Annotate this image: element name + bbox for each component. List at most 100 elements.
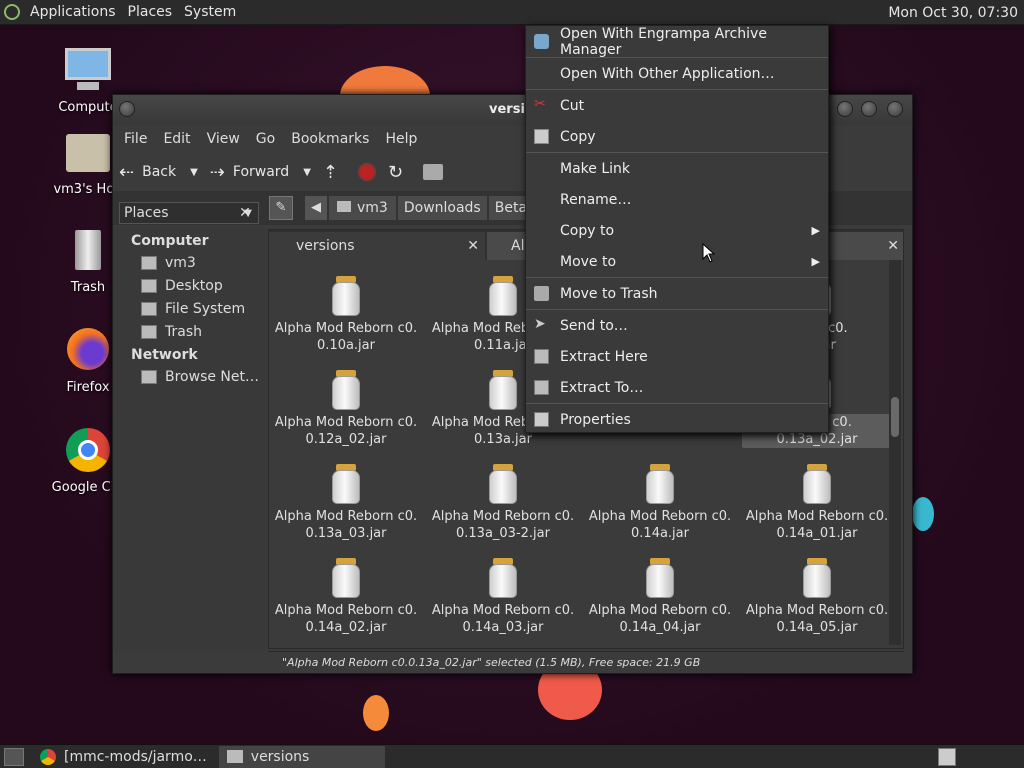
reload-button[interactable]: ↻: [382, 157, 417, 187]
menu-open-with-other[interactable]: Open With Other Application…: [526, 58, 828, 89]
path-button-downloads[interactable]: Downloads: [397, 196, 487, 220]
workspace-switcher[interactable]: [938, 748, 956, 766]
menu-move-to-trash[interactable]: Move to Trash: [526, 278, 828, 309]
extract-icon: [534, 380, 549, 395]
jar-file-icon: [330, 370, 362, 410]
file-name: Alpha Mod Reborn c0. 0.14a_01.jar: [745, 509, 889, 541]
close-tab-icon[interactable]: ✕: [467, 238, 479, 254]
jar-file-icon: [801, 558, 833, 598]
sidebar-item-trash[interactable]: Trash: [113, 320, 265, 343]
context-menu: Open With Engrampa Archive Manager Open …: [525, 25, 829, 433]
close-sidebar-button[interactable]: ✕: [235, 203, 255, 223]
sidebar-header-computer: Computer: [131, 233, 209, 249]
jar-file-icon: [330, 276, 362, 316]
menu-open-with-engrampa[interactable]: Open With Engrampa Archive Manager: [526, 26, 828, 58]
system-menu[interactable]: System: [178, 0, 242, 25]
stop-button[interactable]: [352, 157, 382, 187]
close-tab-icon[interactable]: ✕: [887, 238, 899, 254]
forward-button[interactable]: ⇢ Forward ▼: [204, 157, 317, 187]
menu-rename[interactable]: Rename…: [526, 184, 828, 215]
menu-extract-here[interactable]: Extract Here: [526, 341, 828, 372]
file-item[interactable]: Alpha Mod Reborn c0. 0.14a_04.jar: [585, 558, 735, 636]
extract-icon: [534, 349, 549, 364]
edit-location-toggle[interactable]: ✎: [269, 196, 293, 220]
sidebar-item-file-system[interactable]: File System: [113, 297, 265, 320]
back-history-dropdown[interactable]: ▼: [190, 167, 198, 178]
jar-file-icon: [487, 370, 519, 410]
file-item[interactable]: Alpha Mod Reborn c0. 0.13a_03-2.jar: [428, 464, 578, 542]
file-name: Alpha Mod Reborn c0. 0.14a_05.jar: [745, 603, 889, 635]
vertical-scrollbar[interactable]: [889, 260, 901, 645]
file-item[interactable]: Alpha Mod Reborn c0. 0.14a_01.jar: [742, 464, 892, 542]
clock[interactable]: Mon Oct 30, 07:30: [888, 0, 1018, 25]
submenu-arrow-icon: ▶: [811, 255, 820, 268]
file-item[interactable]: Alpha Mod Reborn c0. 0.14a.jar: [585, 464, 735, 542]
firefox-icon: [63, 326, 113, 376]
home-button[interactable]: [417, 157, 449, 187]
close-button[interactable]: [887, 101, 903, 117]
stop-icon: [358, 163, 376, 181]
computer-icon: [63, 46, 113, 96]
sidebar-item-desktop[interactable]: Desktop: [113, 274, 265, 297]
menu-properties[interactable]: Properties: [526, 404, 828, 435]
file-item[interactable]: Alpha Mod Reborn c0. 0.14a_03.jar: [428, 558, 578, 636]
archive-manager-icon: [534, 34, 549, 49]
menu-extract-to[interactable]: Extract To…: [526, 372, 828, 403]
menu-move-to[interactable]: Move to ▶: [526, 246, 828, 277]
menu-help[interactable]: Help: [377, 131, 425, 147]
applications-menu[interactable]: Applications: [24, 0, 122, 25]
up-button[interactable]: ⇡: [317, 157, 352, 187]
panel-logo-icon[interactable]: [0, 0, 24, 25]
sidebar-item-browse-network[interactable]: Browse Net…: [113, 365, 265, 388]
tab-versions[interactable]: versions ✕: [269, 232, 485, 260]
network-icon: [141, 369, 157, 384]
path-button-vm3[interactable]: vm3: [329, 196, 396, 220]
menu-copy-to[interactable]: Copy to ▶: [526, 215, 828, 246]
menu-view[interactable]: View: [199, 131, 248, 147]
trash-icon: [534, 286, 549, 301]
home-folder-icon: [337, 201, 351, 212]
places-sidebar: Computer vm3 Desktop File System Trash N…: [113, 229, 265, 653]
chrome-icon: [40, 748, 56, 765]
menu-send-to[interactable]: ➤ Send to…: [526, 310, 828, 341]
show-desktop-button[interactable]: [4, 747, 24, 766]
forward-arrow-icon: ⇢: [209, 161, 225, 183]
file-item[interactable]: Alpha Mod Reborn c0. 0.13a_03.jar: [271, 464, 421, 542]
sidebar-item-vm3[interactable]: vm3: [113, 251, 265, 274]
maximize-button[interactable]: [861, 101, 877, 117]
send-icon: ➤: [534, 316, 546, 332]
chrome-icon: [63, 426, 113, 476]
file-name: Alpha Mod Reborn c0. 0.12a_02.jar: [274, 415, 418, 447]
mouse-cursor-icon: [702, 243, 716, 263]
back-button[interactable]: ⇠ Back ▼: [113, 157, 204, 187]
menu-bookmarks[interactable]: Bookmarks: [283, 131, 377, 147]
back-arrow-icon: ⇠: [119, 161, 135, 183]
task-versions[interactable]: versions: [218, 745, 385, 768]
home-icon: [423, 164, 444, 180]
file-item[interactable]: Alpha Mod Reborn c0. 0.14a_02.jar: [271, 558, 421, 636]
menu-edit[interactable]: Edit: [155, 131, 198, 147]
jar-file-icon: [330, 464, 362, 504]
scrollbar-thumb[interactable]: [891, 397, 899, 437]
minimize-button[interactable]: [837, 101, 853, 117]
trash-icon: [141, 324, 157, 339]
menu-make-link[interactable]: Make Link: [526, 153, 828, 184]
file-item[interactable]: Alpha Mod Reborn c0. 0.14a_05.jar: [742, 558, 892, 636]
places-menu[interactable]: Places: [122, 0, 179, 25]
forward-history-dropdown[interactable]: ▼: [303, 167, 311, 178]
jar-file-icon: [644, 558, 676, 598]
file-name: Alpha Mod Reborn c0. 0.14a.jar: [588, 509, 732, 541]
menu-go[interactable]: Go: [248, 131, 283, 147]
file-item[interactable]: Alpha Mod Reborn c0. 0.10a.jar: [271, 276, 421, 354]
window-menu-button[interactable]: [119, 101, 135, 117]
path-scroll-left[interactable]: ◀: [305, 196, 327, 220]
wallpaper-shape: [912, 497, 934, 531]
task-chrome[interactable]: [mmc-mods/jarmo…: [32, 746, 215, 768]
menu-cut[interactable]: ✂ Cut: [526, 90, 828, 121]
file-name: Alpha Mod Reborn c0. 0.10a.jar: [274, 321, 418, 353]
home-folder-icon: [63, 128, 113, 178]
bottom-panel: [mmc-mods/jarmo… versions: [0, 744, 1024, 768]
menu-file[interactable]: File: [116, 131, 155, 147]
menu-copy[interactable]: Copy: [526, 121, 828, 152]
file-item[interactable]: Alpha Mod Reborn c0. 0.12a_02.jar: [271, 370, 421, 448]
